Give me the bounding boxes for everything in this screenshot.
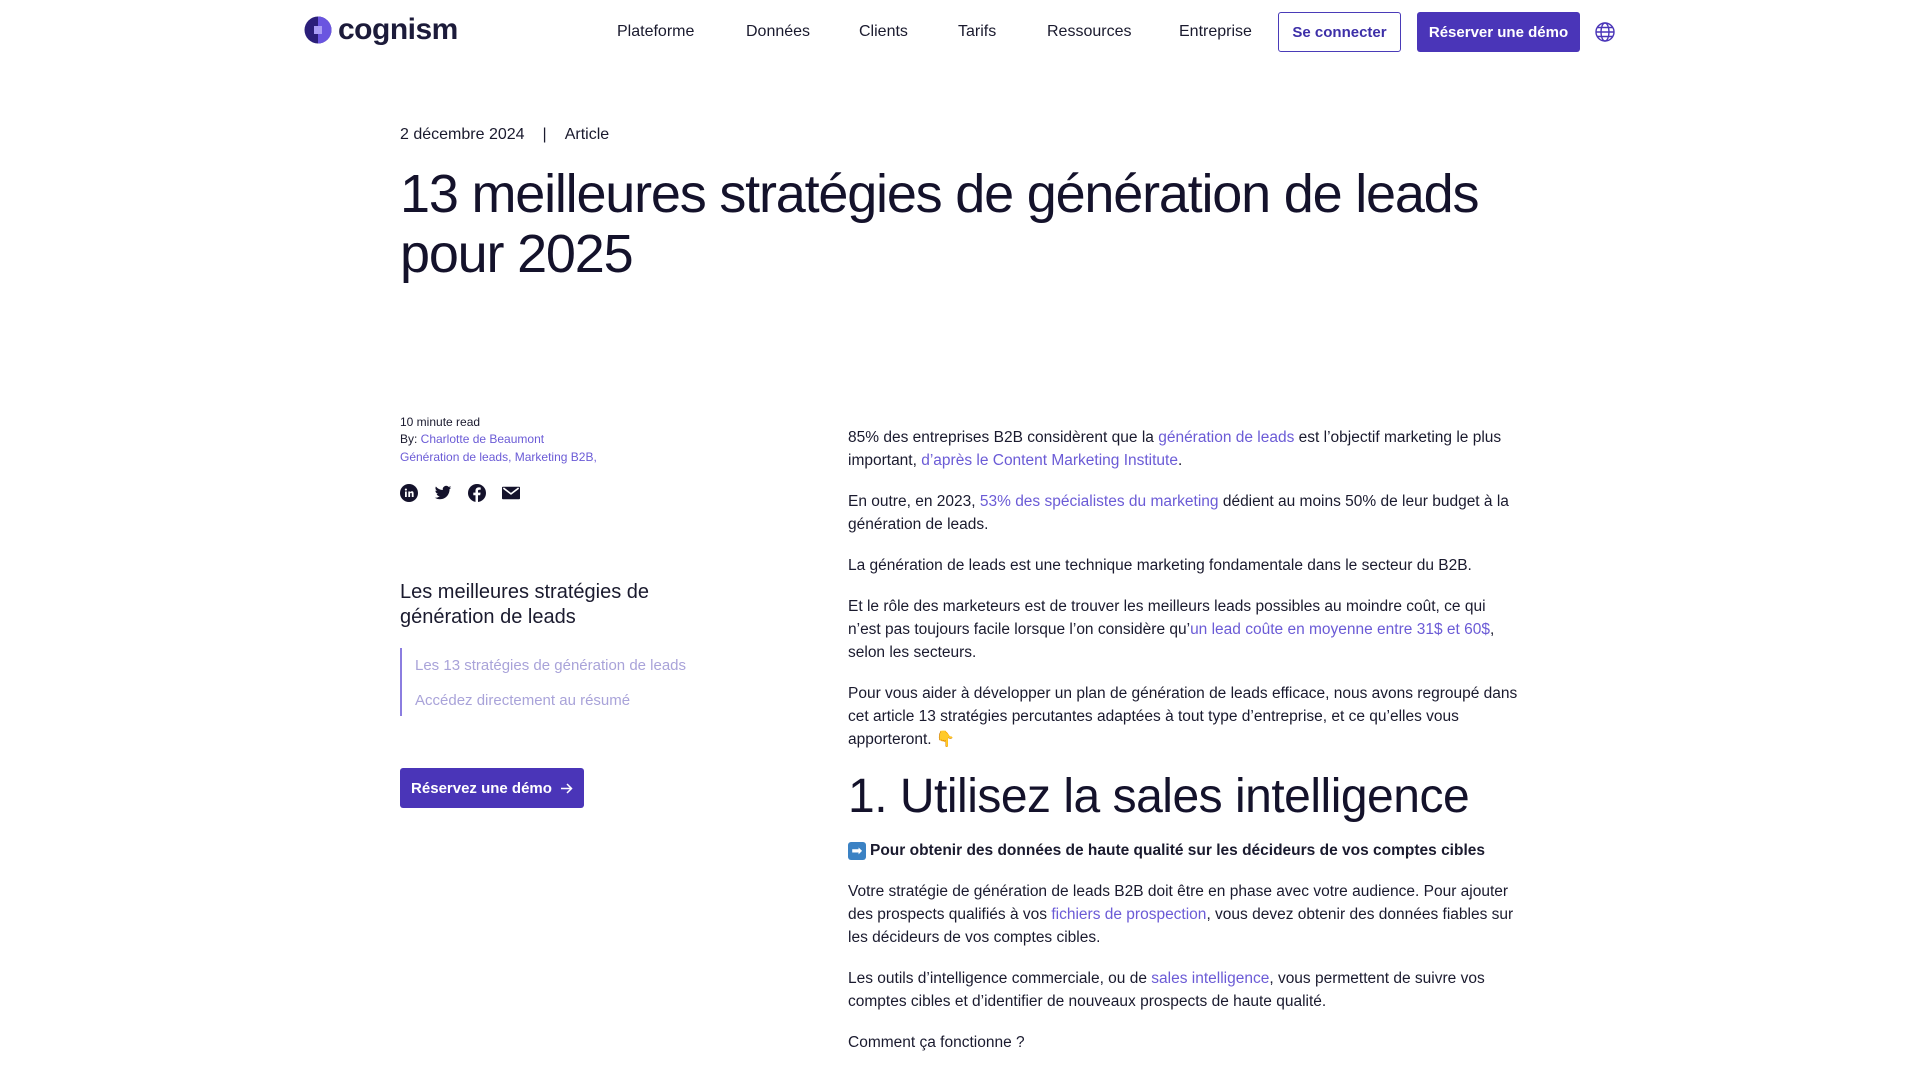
paragraph: La génération de leads est une technique… <box>848 557 1472 574</box>
author-link[interactable]: Charlotte de Beaumont <box>421 432 544 446</box>
link-cout-lead[interactable]: un lead coûte en moyenne entre 31$ et 60… <box>1190 621 1490 638</box>
sidebar-demo-label: Réservez une démo <box>411 779 552 797</box>
paragraph: Votre stratégie de génération de leads B… <box>848 880 1518 949</box>
toc-title: Les meilleures stratégies de génération … <box>400 581 650 628</box>
nav-clients[interactable]: Clients <box>859 20 908 44</box>
sidebar-demo-button[interactable]: Réservez une démo <box>400 768 584 808</box>
section-callout: ➡ Pour obtenir des données de haute qual… <box>848 839 1518 862</box>
text: Les outils d’intelligence commerciale, o… <box>848 970 1152 987</box>
link-generation-leads[interactable]: génération de leads <box>1158 429 1294 446</box>
social-share <box>400 484 520 502</box>
by-label: By: <box>400 432 421 446</box>
paragraph: En outre, en 2023, 53% des spécialistes … <box>848 490 1518 536</box>
email-icon[interactable] <box>502 484 520 502</box>
article-sidebar-meta: 10 minute read By: Charlotte de Beaumont… <box>400 414 700 466</box>
arrow-right-icon <box>560 782 573 794</box>
page-title: 13 meilleures stratégies de génération d… <box>400 164 1480 284</box>
paragraph: Les outils d’intelligence commerciale, o… <box>848 967 1518 1013</box>
cognism-logo-icon <box>304 16 332 44</box>
nav-ressources[interactable]: Ressources <box>1047 20 1131 44</box>
text: En outre, en 2023, <box>848 493 980 510</box>
link-fichiers-prospection[interactable]: fichiers de prospection <box>1051 906 1206 923</box>
paragraph: Pour vous aider à développer un plan de … <box>848 685 1518 748</box>
text: 85% des entreprises B2B considèrent que … <box>848 429 1159 446</box>
arrow-right-emoji-icon: ➡ <box>848 841 866 860</box>
article-body: 85% des entreprises B2B considèrent que … <box>848 426 1518 1072</box>
nav-plateforme[interactable]: Plateforme <box>617 20 694 44</box>
article-tags[interactable]: Génération de leads, Marketing B2B, <box>400 450 597 464</box>
callout-text: Pour obtenir des données de haute qualit… <box>870 842 1486 859</box>
article-date: 2 décembre 2024 <box>400 126 525 143</box>
paragraph: 85% des entreprises B2B considèrent que … <box>848 426 1518 472</box>
article-meta: 2 décembre 2024 | Article <box>400 126 609 144</box>
nav-tarifs[interactable]: Tarifs <box>958 20 996 44</box>
twitter-icon[interactable] <box>434 484 452 502</box>
facebook-icon[interactable] <box>468 484 486 502</box>
toc-item-strategies[interactable]: Les 13 stratégies de génération de leads <box>415 648 690 675</box>
text: . <box>1177 452 1183 469</box>
read-time: 10 minute read <box>400 415 481 429</box>
toc-item-summary[interactable]: Accédez directement au résumé <box>415 675 690 716</box>
login-button[interactable]: Se connecter <box>1278 12 1401 52</box>
meta-separator: | <box>542 126 547 143</box>
globe-icon[interactable] <box>1594 21 1616 43</box>
cognism-logo[interactable]: cognism <box>304 13 458 46</box>
linkedin-icon[interactable] <box>400 484 418 502</box>
table-of-contents: Les 13 stratégies de génération de leads… <box>400 648 690 716</box>
byline: By: Charlotte de Beaumont <box>400 431 700 448</box>
paragraph: Comment ça fonctionne ? <box>848 1034 1025 1051</box>
article-type: Article <box>564 126 610 143</box>
book-demo-button[interactable]: Réserver une démo <box>1417 12 1580 52</box>
site-header: cognism Plateforme Données Clients Tarif… <box>0 0 1920 64</box>
paragraph: Et le rôle des marketeurs est de trouver… <box>848 595 1518 664</box>
link-sales-intelligence[interactable]: sales intelligence <box>1151 970 1269 987</box>
logo-text: cognism <box>338 13 458 46</box>
link-specialistes-marketing[interactable]: 53% des spécialistes du marketing <box>980 493 1219 510</box>
link-content-marketing-institute[interactable]: d’après le Content Marketing Institute <box>921 452 1178 469</box>
nav-entreprise[interactable]: Entreprise <box>1179 20 1252 44</box>
nav-donnees[interactable]: Données <box>746 20 810 44</box>
section-heading: 1. Utilisez la sales intelligence <box>848 770 1470 823</box>
